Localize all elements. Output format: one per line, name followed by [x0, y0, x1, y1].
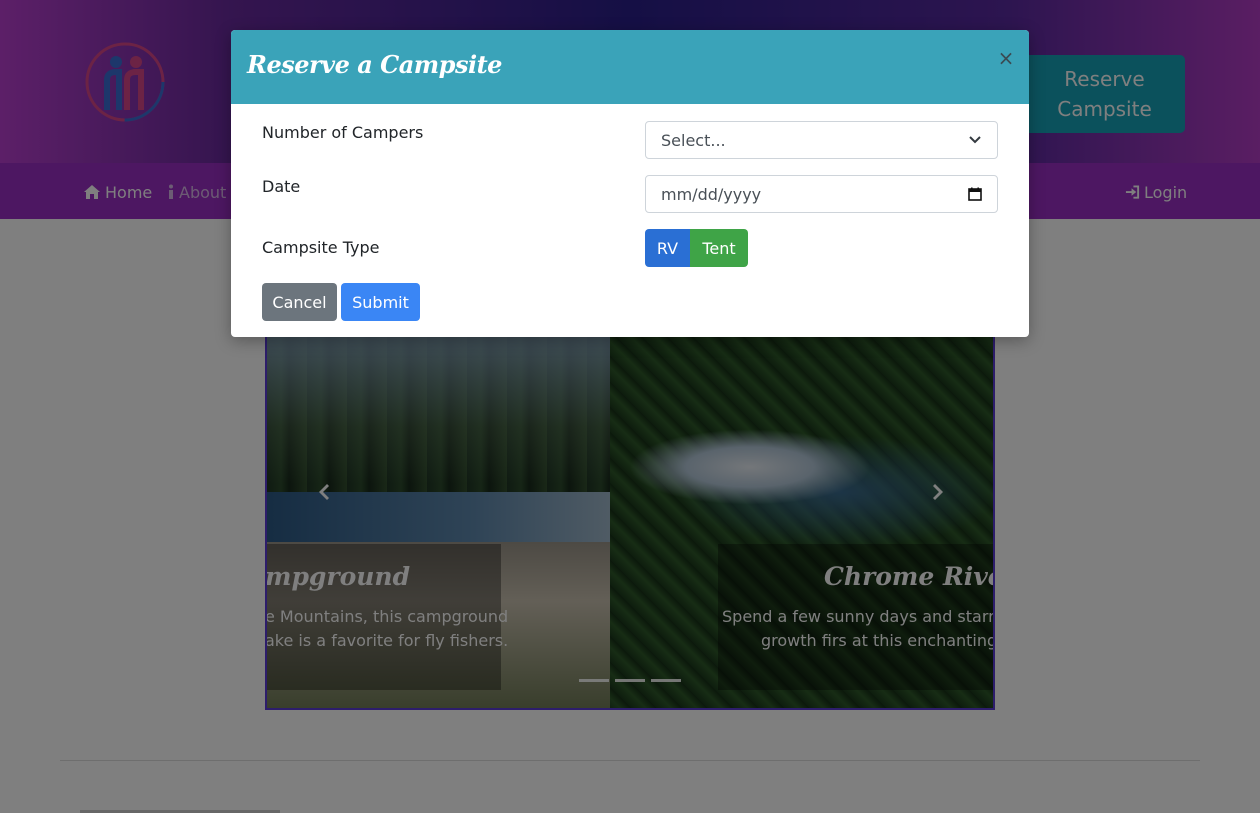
chevron-down-icon — [969, 136, 981, 144]
modal-title: Reserve a Campsite — [247, 50, 502, 79]
submit-button[interactable]: Submit — [341, 283, 420, 321]
cancel-button[interactable]: Cancel — [262, 283, 337, 321]
modal-header: Reserve a Campsite × — [231, 30, 1029, 104]
calendar-icon[interactable] — [968, 187, 982, 201]
campsite-type-toggle: RV Tent — [645, 229, 748, 267]
reserve-campsite-modal: Reserve a Campsite × Number of Campers S… — [231, 30, 1029, 337]
campers-select[interactable]: Select... — [645, 121, 998, 159]
campers-select-value: Select... — [661, 130, 726, 150]
date-label: Date — [262, 177, 301, 196]
date-input[interactable]: mm/dd/yyyy — [645, 175, 998, 213]
rv-option-button[interactable]: RV — [645, 229, 690, 267]
tent-option-button[interactable]: Tent — [690, 229, 748, 267]
date-input-placeholder: mm/dd/yyyy — [661, 184, 762, 204]
campsite-type-label: Campsite Type — [262, 238, 380, 257]
close-button[interactable]: × — [997, 48, 1015, 68]
campers-label: Number of Campers — [262, 123, 424, 142]
